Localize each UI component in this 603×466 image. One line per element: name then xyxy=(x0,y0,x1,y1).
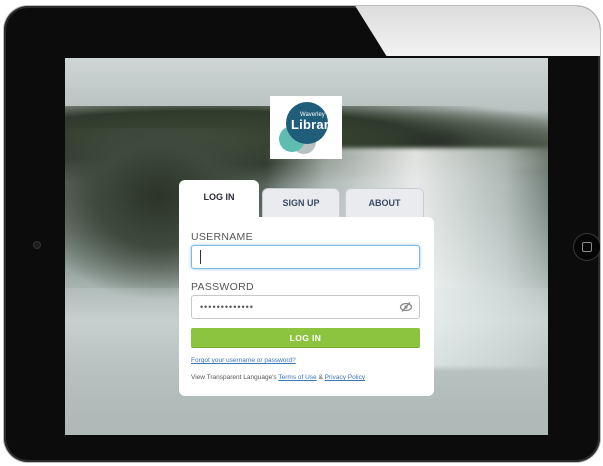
login-button[interactable]: LOG IN xyxy=(191,328,420,348)
terms-prefix: View Transparent Language's xyxy=(191,374,277,381)
tab-about[interactable]: ABOUT xyxy=(345,188,424,218)
terms-of-use-link[interactable]: Terms of Use xyxy=(278,374,316,381)
screen-glare xyxy=(349,6,600,56)
eye-slash-icon[interactable] xyxy=(399,301,413,313)
username-label: USERNAME xyxy=(191,231,253,243)
text-caret xyxy=(200,250,201,264)
home-button[interactable] xyxy=(574,234,600,260)
tablet-frame: Waverley Library SIGN UP ABOUT LOG IN US… xyxy=(4,6,600,462)
tab-sign-up[interactable]: SIGN UP xyxy=(262,188,340,218)
tab-log-in[interactable]: LOG IN xyxy=(179,180,259,220)
home-square-icon xyxy=(582,242,592,252)
password-value: ••••••••••••• xyxy=(200,302,254,312)
logo-text-large: Library xyxy=(291,117,337,132)
camera-icon xyxy=(34,242,40,248)
username-input[interactable] xyxy=(191,245,420,269)
forgot-credentials-link[interactable]: Forgot your username or password? xyxy=(191,357,296,364)
terms-notice: View Transparent Language's Terms of Use… xyxy=(191,374,365,381)
password-label: PASSWORD xyxy=(191,281,254,293)
library-logo: Waverley Library xyxy=(270,96,342,159)
login-card: USERNAME PASSWORD ••••••••••••• LOG IN F… xyxy=(179,217,434,396)
password-input[interactable]: ••••••••••••• xyxy=(191,295,420,319)
terms-ampersand: & xyxy=(318,374,323,381)
privacy-policy-link[interactable]: Privacy Policy xyxy=(325,374,365,381)
screen: Waverley Library SIGN UP ABOUT LOG IN US… xyxy=(65,58,548,435)
